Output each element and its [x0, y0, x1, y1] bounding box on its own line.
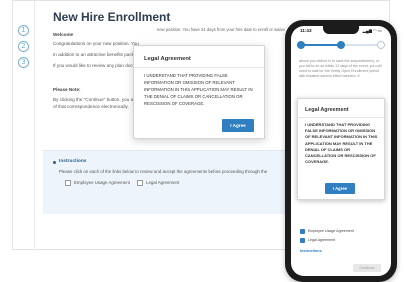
modal-divider: [134, 67, 264, 68]
employee-usage-link[interactable]: Employee Usage Agreement: [74, 180, 130, 185]
phone-legal-agreement-link[interactable]: Legal Agreement: [308, 238, 335, 242]
phone-status-icons: ▂▄▆ ◠ ▭: [362, 28, 382, 33]
instructions-text: Please click on each of the links below …: [59, 169, 268, 174]
phone-legal-agreement-checkbox[interactable]: [300, 238, 305, 243]
welcome-paragraph-1: Congratulations on your new position. Yo…: [53, 41, 139, 46]
step-indicator-1[interactable]: 1: [18, 25, 29, 36]
welcome-paragraph-2: In addition to an attractive benefits pa…: [53, 52, 137, 57]
phone-instructions-link[interactable]: Instructions: [300, 249, 322, 253]
phone-employee-usage-link[interactable]: Employee Usage Agreement: [308, 229, 354, 233]
phone-progress-stepper: [297, 41, 385, 49]
employee-usage-checkbox[interactable]: [65, 180, 71, 186]
modal-title: Legal Agreement: [144, 56, 191, 62]
welcome-heading: Welcome: [53, 32, 74, 37]
progress-step-2[interactable]: [337, 41, 345, 49]
note-heading: Please Note:: [53, 87, 81, 92]
phone-modal-body: I UNDERSTAND THAT PROVIDING FALSE INFORM…: [305, 122, 378, 165]
instructions-bullet-icon: [53, 161, 56, 164]
progress-fill: [301, 44, 341, 46]
enrollment-notice: new position. You have 31 days from your…: [157, 27, 285, 32]
note-line-2: of that correspondence electronically.: [53, 104, 129, 109]
phone-frame: 11:43 ▂▄▆ ◠ ▭ above you deliver in to sa…: [285, 20, 397, 282]
step-rail: 1 2 3: [13, 1, 35, 249]
step-indicator-2[interactable]: 2: [18, 41, 29, 52]
modal-body: I UNDERSTAND THAT PROVIDING FALSE INFORM…: [144, 73, 253, 106]
phone-clock: 11:43: [300, 28, 312, 33]
welcome-paragraph-3: If you would like to review any plan doc…: [53, 63, 140, 68]
phone-screen: 11:43 ▂▄▆ ◠ ▭ above you deliver in to sa…: [291, 26, 391, 276]
phone-continue-button[interactable]: Continue: [353, 264, 381, 272]
instructions-heading[interactable]: Instructions: [59, 159, 86, 164]
phone-notch: [323, 26, 359, 34]
progress-step-3[interactable]: [377, 41, 385, 49]
phone-background-text: above you deliver in to save the sequest…: [299, 59, 382, 78]
legal-agreement-modal: Legal Agreement I UNDERSTAND THAT PROVID…: [133, 45, 265, 139]
note-line-1: By clicking the "Continue" button, you a…: [53, 97, 135, 102]
phone-modal-divider: [298, 117, 384, 118]
page-title: New Hire Enrollment: [53, 10, 171, 24]
phone-i-agree-button[interactable]: I Agree: [325, 183, 355, 194]
phone-employee-usage-checkbox[interactable]: [300, 229, 305, 234]
phone-modal-title: Legal Agreement: [305, 107, 349, 113]
progress-step-1[interactable]: [297, 41, 305, 49]
legal-agreement-link[interactable]: Legal Agreement: [146, 180, 179, 185]
i-agree-button[interactable]: I Agree: [222, 119, 254, 132]
step-indicator-3[interactable]: 3: [18, 57, 29, 68]
legal-agreement-checkbox[interactable]: [137, 180, 143, 186]
phone-legal-agreement-modal: Legal Agreement I UNDERSTAND THAT PROVID…: [297, 98, 385, 200]
